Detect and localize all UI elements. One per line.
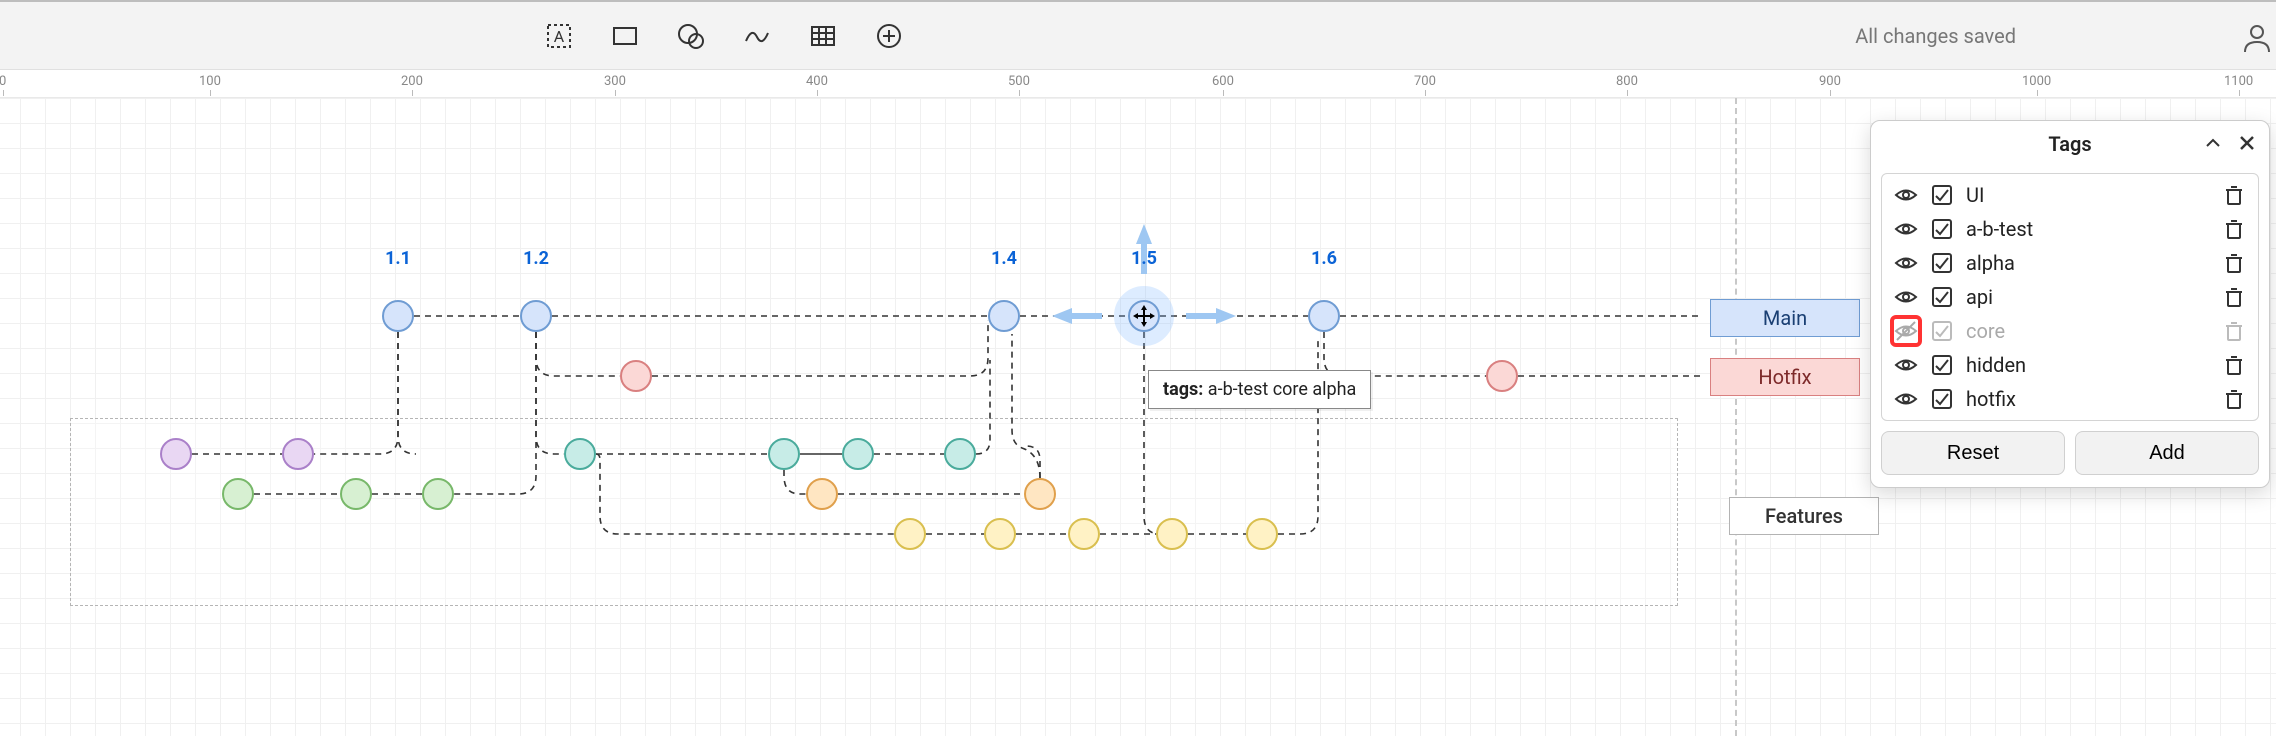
commit-node[interactable] (984, 518, 1016, 550)
tag-row: a-b-test (1882, 212, 2258, 246)
ruler: 0 100 200 300 400 500 600 700 800 900 1000 1100 (0, 70, 2276, 98)
visibility-toggle-icon[interactable] (1894, 387, 1918, 411)
move-cursor-icon (1133, 305, 1155, 327)
tag-checkbox[interactable] (1930, 353, 1954, 377)
visibility-toggle-icon[interactable] (1894, 251, 1918, 275)
tag-checkbox[interactable] (1930, 183, 1954, 207)
delete-tag-icon[interactable] (2222, 251, 2246, 275)
tags-panel-header: Tags (1871, 121, 2269, 167)
delete-tag-icon[interactable] (2222, 285, 2246, 309)
commit-node[interactable] (1486, 360, 1518, 392)
rectangle-tool-icon[interactable] (606, 17, 644, 55)
tag-row: hidden (1882, 348, 2258, 382)
delete-tag-icon (2222, 319, 2246, 343)
delete-tag-icon[interactable] (2222, 387, 2246, 411)
collapse-icon[interactable] (2201, 131, 2225, 155)
ruler-tick: 700 (1414, 74, 1436, 89)
commit-node[interactable] (842, 438, 874, 470)
tag-name: alpha (1966, 251, 2210, 275)
save-status: All changes saved (1855, 2, 2016, 69)
tag-name: hotfix (1966, 387, 2210, 411)
tooltip-value: a-b-test core alpha (1208, 379, 1357, 400)
visibility-toggle-icon[interactable] (1894, 183, 1918, 207)
commit-node[interactable] (422, 478, 454, 510)
visibility-toggle-icon[interactable] (1894, 319, 1918, 343)
tooltip-label: tags: (1163, 379, 1203, 400)
tag-name: core (1966, 319, 2210, 343)
ruler-tick: 1100 (2224, 74, 2253, 89)
tag-row: api (1882, 280, 2258, 314)
commit-node[interactable] (222, 478, 254, 510)
commit-node[interactable] (1308, 300, 1340, 332)
commit-node[interactable] (944, 438, 976, 470)
commit-node[interactable] (894, 518, 926, 550)
tags-panel[interactable]: Tags UIa-b-testalphaapicorehiddenhotfix … (1870, 120, 2270, 488)
commit-node[interactable] (988, 300, 1020, 332)
tag-checkbox (1930, 319, 1954, 343)
tag-list: UI a-b-test alpha api core hidden hotfix (1881, 173, 2259, 421)
user-icon[interactable] (2242, 22, 2272, 52)
tag-checkbox[interactable] (1930, 217, 1954, 241)
text-tool-icon[interactable]: A (540, 17, 578, 55)
ruler-tick: 0 (0, 74, 6, 89)
version-label: 1.6 (1311, 248, 1337, 269)
tag-row: alpha (1882, 246, 2258, 280)
tag-row: core (1882, 314, 2258, 348)
ruler-tick: 300 (604, 74, 626, 89)
tag-row: hotfix (1882, 382, 2258, 416)
ruler-tick: 900 (1819, 74, 1841, 89)
app-root: A All changes saved 0 100 200 300 400 500 600 7… (0, 0, 2276, 736)
ruler-tick: 400 (806, 74, 828, 89)
commit-node[interactable] (382, 300, 414, 332)
commit-node[interactable] (620, 360, 652, 392)
commit-node[interactable] (160, 438, 192, 470)
freehand-tool-icon[interactable] (738, 17, 776, 55)
commit-node[interactable] (1068, 518, 1100, 550)
commit-node[interactable] (1156, 518, 1188, 550)
svg-text:A: A (554, 27, 565, 46)
ruler-tick: 600 (1212, 74, 1234, 89)
tag-name: UI (1966, 183, 2210, 207)
tag-row: UI (1882, 178, 2258, 212)
toolbar: A All changes saved (0, 0, 2276, 70)
node-tags-tooltip: tags: a-b-test core alpha (1148, 370, 1371, 409)
commit-node[interactable] (564, 438, 596, 470)
commit-node[interactable] (768, 438, 800, 470)
table-tool-icon[interactable] (804, 17, 842, 55)
tag-name: api (1966, 285, 2210, 309)
tag-checkbox[interactable] (1930, 251, 1954, 275)
tags-panel-title: Tags (2048, 132, 2091, 156)
delete-tag-icon[interactable] (2222, 183, 2246, 207)
delete-tag-icon[interactable] (2222, 353, 2246, 377)
version-label: 1.2 (523, 248, 549, 269)
ruler-tick: 200 (401, 74, 423, 89)
commit-node[interactable] (1246, 518, 1278, 550)
ruler-tick: 100 (199, 74, 221, 89)
add-button[interactable]: Add (2075, 431, 2259, 475)
delete-tag-icon[interactable] (2222, 217, 2246, 241)
close-icon[interactable] (2235, 131, 2259, 155)
ruler-tick: 500 (1008, 74, 1030, 89)
commit-node[interactable] (282, 438, 314, 470)
version-label: 1.1 (385, 248, 411, 269)
ruler-tick: 800 (1616, 74, 1638, 89)
visibility-toggle-icon[interactable] (1894, 353, 1918, 377)
ellipse-tool-icon[interactable] (672, 17, 710, 55)
reset-button[interactable]: Reset (1881, 431, 2065, 475)
tag-checkbox[interactable] (1930, 387, 1954, 411)
commit-node[interactable] (1024, 478, 1056, 510)
add-tool-icon[interactable] (870, 17, 908, 55)
visibility-toggle-icon[interactable] (1894, 217, 1918, 241)
ruler-tick: 1000 (2022, 74, 2051, 89)
tag-name: a-b-test (1966, 217, 2210, 241)
visibility-toggle-icon[interactable] (1894, 285, 1918, 309)
commit-node[interactable] (520, 300, 552, 332)
commit-node[interactable] (340, 478, 372, 510)
commit-node[interactable] (806, 478, 838, 510)
version-label: 1.5 (1131, 248, 1157, 269)
tag-name: hidden (1966, 353, 2210, 377)
tag-checkbox[interactable] (1930, 285, 1954, 309)
version-label: 1.4 (991, 248, 1017, 269)
